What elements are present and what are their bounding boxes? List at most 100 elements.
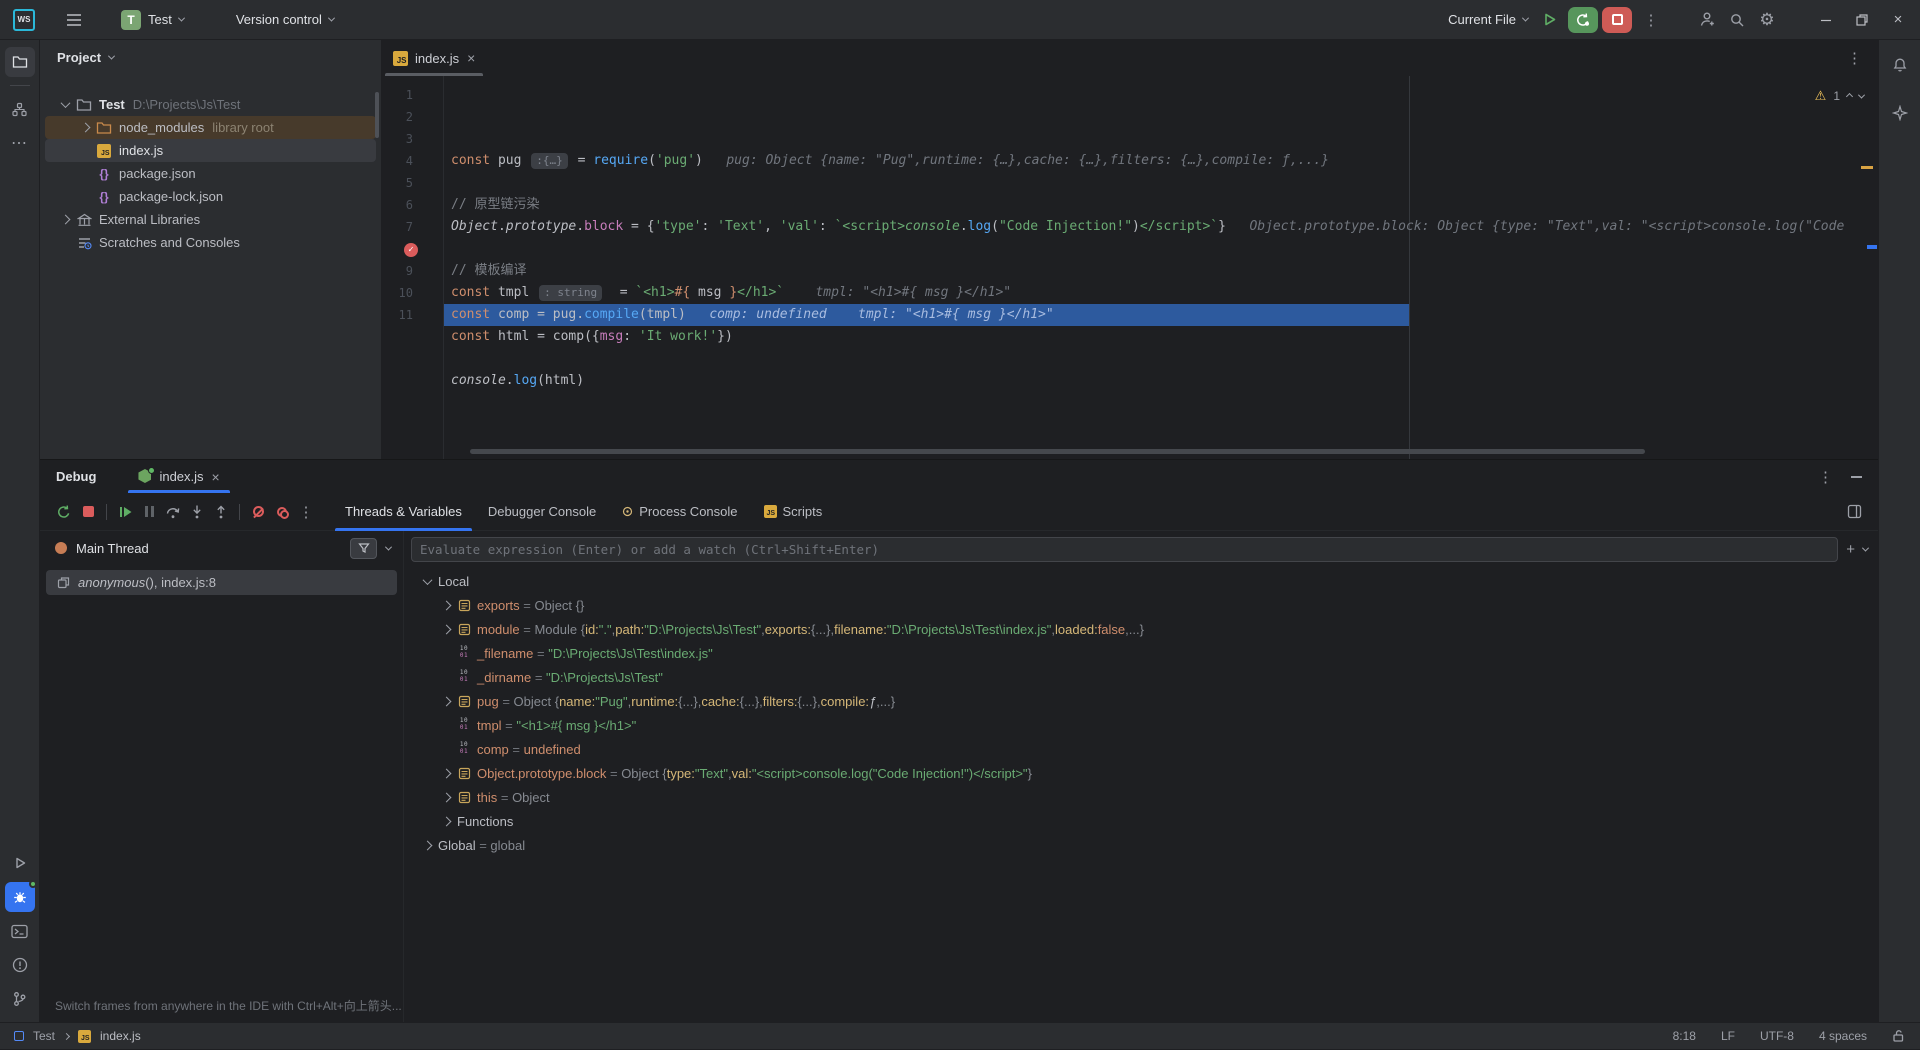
notifications-button[interactable] — [1885, 50, 1915, 80]
variable-row-this[interactable]: this = Object — [404, 785, 1878, 809]
project-tool-button[interactable] — [5, 47, 35, 77]
more-debug-actions-button[interactable]: ⋮ — [295, 501, 317, 523]
indent-size[interactable]: 4 spaces — [1819, 1029, 1867, 1043]
view-breakpoints-button[interactable] — [271, 501, 293, 523]
evaluate-expression-input[interactable]: Evaluate expression (Enter) or add a wat… — [411, 537, 1838, 562]
chevron-right-icon[interactable] — [441, 696, 451, 706]
search-everywhere-button[interactable] — [1722, 6, 1752, 34]
close-tab-icon[interactable]: × — [467, 50, 475, 66]
stop-debug-button[interactable] — [77, 501, 99, 523]
variable-row-exports[interactable]: exports = Object {} — [404, 593, 1878, 617]
close-tab-icon[interactable]: × — [212, 469, 220, 485]
chevron-down-icon[interactable] — [422, 575, 432, 585]
rerun-debug-button[interactable] — [1568, 7, 1598, 33]
mute-breakpoints-button[interactable] — [247, 501, 269, 523]
add-watch-icon[interactable]: + — [1846, 541, 1855, 558]
breakpoint-icon[interactable]: ✓ — [382, 238, 443, 260]
line-number[interactable]: 9 — [382, 260, 443, 282]
pause-button[interactable] — [138, 501, 160, 523]
resume-button[interactable] — [114, 501, 136, 523]
variable-row-Object.prototype.block[interactable]: Object.prototype.block = Object {type: "… — [404, 761, 1878, 785]
chevron-down-icon[interactable] — [1862, 545, 1869, 552]
variable-row-Local[interactable]: Local — [404, 569, 1878, 593]
variable-row-_filename[interactable]: 1001_filename = "D:\Projects\Js\Test\ind… — [404, 641, 1878, 665]
variable-row-comp[interactable]: 1001comp = undefined — [404, 737, 1878, 761]
run-button[interactable] — [1534, 6, 1564, 34]
debug-session-tab[interactable]: index.js × — [126, 460, 231, 493]
line-number[interactable]: 7 — [382, 216, 443, 238]
warning-stripe-mark[interactable] — [1861, 166, 1873, 169]
current-line-stripe-mark[interactable] — [1867, 245, 1877, 249]
hide-panel-button[interactable] — [1851, 476, 1862, 478]
code-with-me-button[interactable] — [1692, 6, 1722, 34]
horizontal-scrollbar[interactable] — [470, 449, 1645, 454]
line-number[interactable]: 1 — [382, 84, 443, 106]
inspections-widget[interactable]: ⚠1 — [1815, 85, 1864, 107]
variable-row-Global[interactable]: Global = global — [404, 833, 1878, 857]
project-widget[interactable]: T Test — [115, 5, 190, 35]
line-separator[interactable]: LF — [1721, 1029, 1735, 1043]
tab-threads-variables[interactable]: Threads & Variables — [332, 493, 475, 531]
chevron-right-icon[interactable] — [441, 816, 451, 826]
tab-scripts[interactable]: JS Scripts — [751, 493, 836, 531]
layout-settings-icon[interactable] — [1847, 504, 1862, 519]
tree-item-package-lock.json[interactable]: {}package-lock.json — [45, 185, 376, 208]
chevron-right-icon[interactable] — [422, 840, 432, 850]
stack-frame-item[interactable]: anonymous(), index.js:8 — [46, 570, 397, 595]
chevron-right-icon[interactable] — [60, 215, 70, 225]
chevron-down-icon[interactable] — [385, 543, 392, 550]
ai-assistant-button[interactable] — [1885, 98, 1915, 128]
scrollbar-thumb[interactable] — [375, 92, 379, 138]
caret-position[interactable]: 8:18 — [1673, 1029, 1696, 1043]
debug-options-button[interactable]: ⋮ — [1818, 468, 1833, 486]
tree-item-package.json[interactable]: {}package.json — [45, 162, 376, 185]
problems-tool-button[interactable] — [5, 950, 35, 980]
line-number[interactable]: 11 — [382, 304, 443, 326]
variable-row-Functions[interactable]: Functions — [404, 809, 1878, 833]
line-number[interactable]: 4 — [382, 150, 443, 172]
settings-button[interactable]: ⚙ — [1752, 6, 1782, 34]
project-panel-title[interactable]: Project — [57, 50, 101, 65]
editor-tabs-more-button[interactable]: ⋮ — [1847, 49, 1862, 67]
filter-frames-button[interactable] — [350, 538, 377, 559]
variable-row-module[interactable]: module = Module {id: ".",path: "D:\Proje… — [404, 617, 1878, 641]
variable-row-pug[interactable]: pug = Object {name: "Pug",runtime: {...}… — [404, 689, 1878, 713]
thread-header[interactable]: Main Thread — [40, 533, 403, 563]
tab-debugger-console[interactable]: Debugger Console — [475, 493, 609, 531]
version-control-tool-button[interactable] — [5, 984, 35, 1014]
run-config-selector[interactable]: Current File — [1442, 5, 1534, 35]
chevron-right-icon[interactable] — [441, 792, 451, 802]
chevron-right-icon[interactable] — [441, 600, 451, 610]
breadcrumb-project[interactable]: Test — [33, 1029, 55, 1043]
structure-tool-button[interactable] — [5, 94, 35, 124]
editor-tab-indexjs[interactable]: JS index.js × — [382, 40, 486, 76]
variable-row-tmpl[interactable]: 1001tmpl = "<h1>#{ msg }</h1>" — [404, 713, 1878, 737]
chevron-right-icon[interactable] — [441, 624, 451, 634]
readonly-lock-icon[interactable] — [1892, 1029, 1906, 1043]
stop-button[interactable] — [1602, 7, 1632, 33]
next-issue-icon[interactable] — [1858, 91, 1865, 98]
main-menu-button[interactable] — [59, 6, 89, 34]
close-button[interactable]: × — [1880, 0, 1916, 40]
debug-tool-button[interactable] — [5, 882, 35, 912]
chevron-right-icon[interactable] — [80, 123, 90, 133]
run-tool-button[interactable] — [5, 848, 35, 878]
chevron-right-icon[interactable] — [441, 768, 451, 778]
tree-item-node_modules[interactable]: node_moduleslibrary root — [45, 116, 376, 139]
more-tools-button[interactable]: ⋯ — [5, 128, 35, 158]
line-number[interactable]: 10 — [382, 282, 443, 304]
file-encoding[interactable]: UTF-8 — [1760, 1029, 1794, 1043]
prev-issue-icon[interactable] — [1846, 92, 1853, 99]
step-into-button[interactable] — [186, 501, 208, 523]
tree-item-External Libraries[interactable]: External Libraries — [45, 208, 376, 231]
step-out-button[interactable] — [210, 501, 232, 523]
tree-item-Test[interactable]: TestD:\Projects\Js\Test — [45, 93, 376, 116]
code-area[interactable]: const pug :{…} = require('pug') pug: Obj… — [444, 76, 1878, 459]
variable-row-_dirname[interactable]: 1001_dirname = "D:\Projects\Js\Test" — [404, 665, 1878, 689]
tab-process-console[interactable]: Process Console — [609, 493, 750, 531]
vcs-widget[interactable]: Version control — [230, 5, 340, 35]
rerun-button[interactable] — [53, 501, 75, 523]
minimize-button[interactable] — [1808, 0, 1844, 40]
chevron-down-icon[interactable] — [60, 98, 70, 108]
more-actions-button[interactable]: ⋮ — [1636, 6, 1666, 34]
